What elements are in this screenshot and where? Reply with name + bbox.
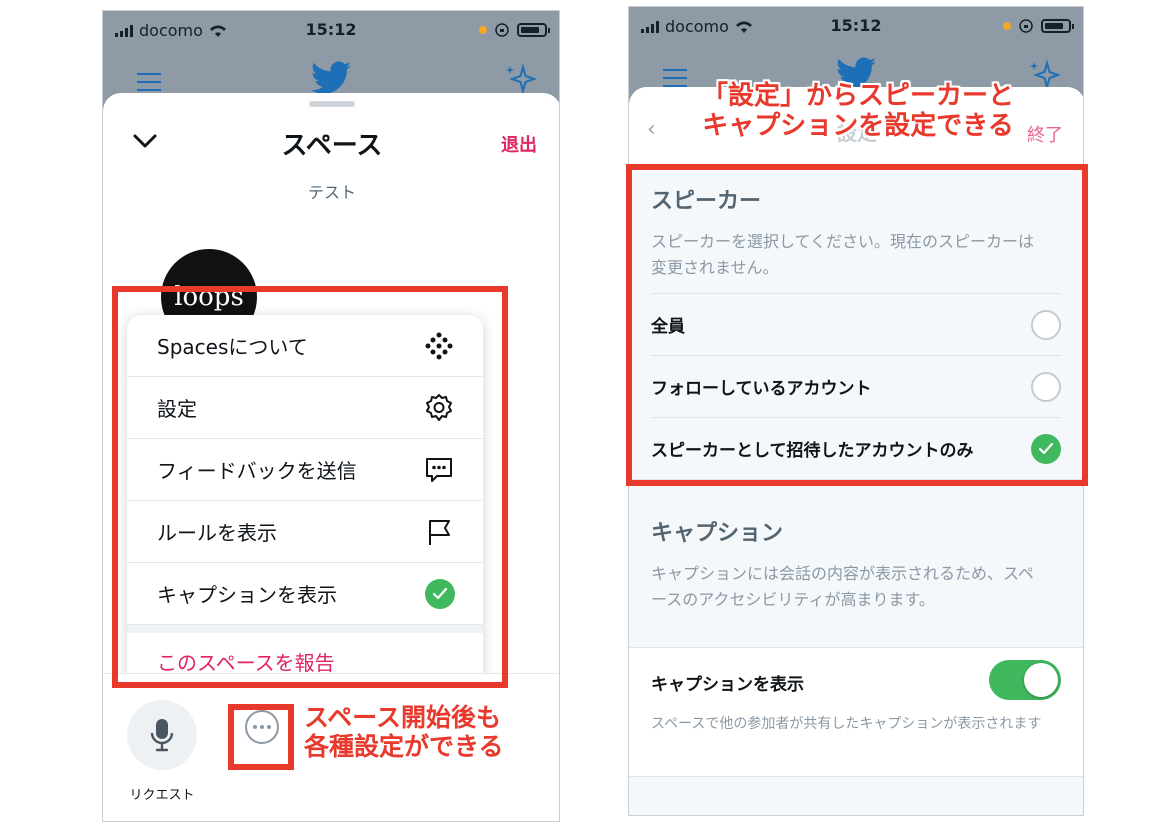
twitter-bird-icon: [311, 61, 351, 94]
check-icon[interactable]: [1031, 433, 1061, 464]
speaker-option-following[interactable]: フォローしているアカウント: [651, 355, 1061, 417]
annotation-left-line1: スペース開始後も: [304, 703, 502, 732]
spaces-dots-icon: [425, 332, 453, 359]
more-options-icon[interactable]: [245, 710, 279, 744]
section-divider: [629, 479, 1083, 480]
radio-unchecked-icon[interactable]: [1031, 371, 1061, 402]
caption-toggle-row: キャプションを表示 スペースで他の参加者が共有したキャプションが表示されます: [629, 647, 1083, 777]
caption-section-title: キャプション: [651, 521, 784, 546]
battery-icon: [517, 23, 550, 37]
gear-icon: [426, 393, 452, 421]
option-label: 全員: [651, 317, 685, 337]
sparkle-icon[interactable]: [503, 63, 537, 97]
left-phone-screen: docomo 15:12 スペース 退出 テスト loops Spacesについ…: [102, 10, 560, 822]
annotation-left: スペース開始後も 各種設定ができる: [304, 703, 504, 762]
option-label: フォローしているアカウント: [651, 379, 872, 399]
rotation-lock-icon: [1019, 19, 1033, 33]
menu-item-label: 設定: [157, 397, 197, 421]
menu-item-send-feedback[interactable]: フィードバックを送信: [127, 439, 483, 501]
speaker-description: スピーカーを選択してください。現在のスピーカーは変更されません。: [651, 232, 1035, 277]
request-mic-button[interactable]: [127, 700, 197, 770]
space-title: スペース: [281, 131, 383, 161]
mic-indicator-icon: [479, 26, 487, 34]
battery-icon: [1041, 19, 1074, 33]
option-label: スピーカーとして招待したアカウントのみ: [651, 441, 974, 461]
menu-item-show-captions[interactable]: キャプションを表示: [127, 563, 483, 625]
radio-unchecked-icon[interactable]: [1031, 309, 1061, 340]
caption-toggle-note: スペースで他の参加者が共有したキャプションが表示されます: [651, 716, 1042, 732]
sheet-grabber[interactable]: [309, 101, 355, 107]
status-bar: docomo 15:12: [629, 7, 1083, 47]
status-bar: docomo 15:12: [103, 11, 559, 51]
feedback-bubble-icon: [426, 457, 452, 482]
speaker-section-title: スピーカー: [651, 189, 762, 214]
caption-description: キャプションには会話の内容が表示されるため、スペースのアクセシビリティが高まりま…: [651, 564, 1034, 609]
speaker-option-everyone[interactable]: 全員: [651, 293, 1061, 355]
menu-item-about-spaces[interactable]: Spacesについて: [127, 315, 483, 377]
menu-item-label: フィードバックを送信: [157, 459, 357, 483]
menu-item-label: Spacesについて: [157, 335, 308, 359]
annotation-right: 「設定」からスピーカーと キャプションを設定できる: [630, 81, 1086, 142]
annotation-left-line2: 各種設定ができる: [304, 731, 504, 761]
check-icon: [425, 578, 455, 609]
space-subtitle: テスト: [307, 183, 356, 202]
leave-button[interactable]: 退出: [501, 131, 537, 157]
annotation-right-line1: 「設定」からスピーカーと: [701, 81, 1014, 111]
caption-toggle-switch[interactable]: [989, 660, 1061, 700]
rotation-lock-icon: [495, 23, 509, 37]
settings-sheet: ‹ 設定 終了 スピーカー スピーカーを選択してください。現在のスピーカーは変更…: [629, 87, 1083, 815]
request-label: リクエスト: [129, 788, 195, 803]
mic-indicator-icon: [1003, 22, 1011, 30]
menu-item-view-rules[interactable]: ルールを表示: [127, 501, 483, 563]
menu-item-label: ルールを表示: [157, 521, 277, 545]
microphone-icon: [150, 719, 174, 752]
menu-item-settings[interactable]: 設定: [127, 377, 483, 439]
flag-icon: [429, 519, 450, 545]
speaker-option-invited-only[interactable]: スピーカーとして招待したアカウントのみ: [651, 417, 1061, 479]
menu-item-label: キャプションを表示: [157, 583, 337, 607]
caption-toggle-label: キャプションを表示: [651, 675, 804, 695]
more-options-menu: Spacesについて 設定 フィードバックを送信 ルールを表示 キャプションを表…: [127, 315, 483, 689]
annotation-right-line2: キャプションを設定できる: [702, 110, 1014, 141]
